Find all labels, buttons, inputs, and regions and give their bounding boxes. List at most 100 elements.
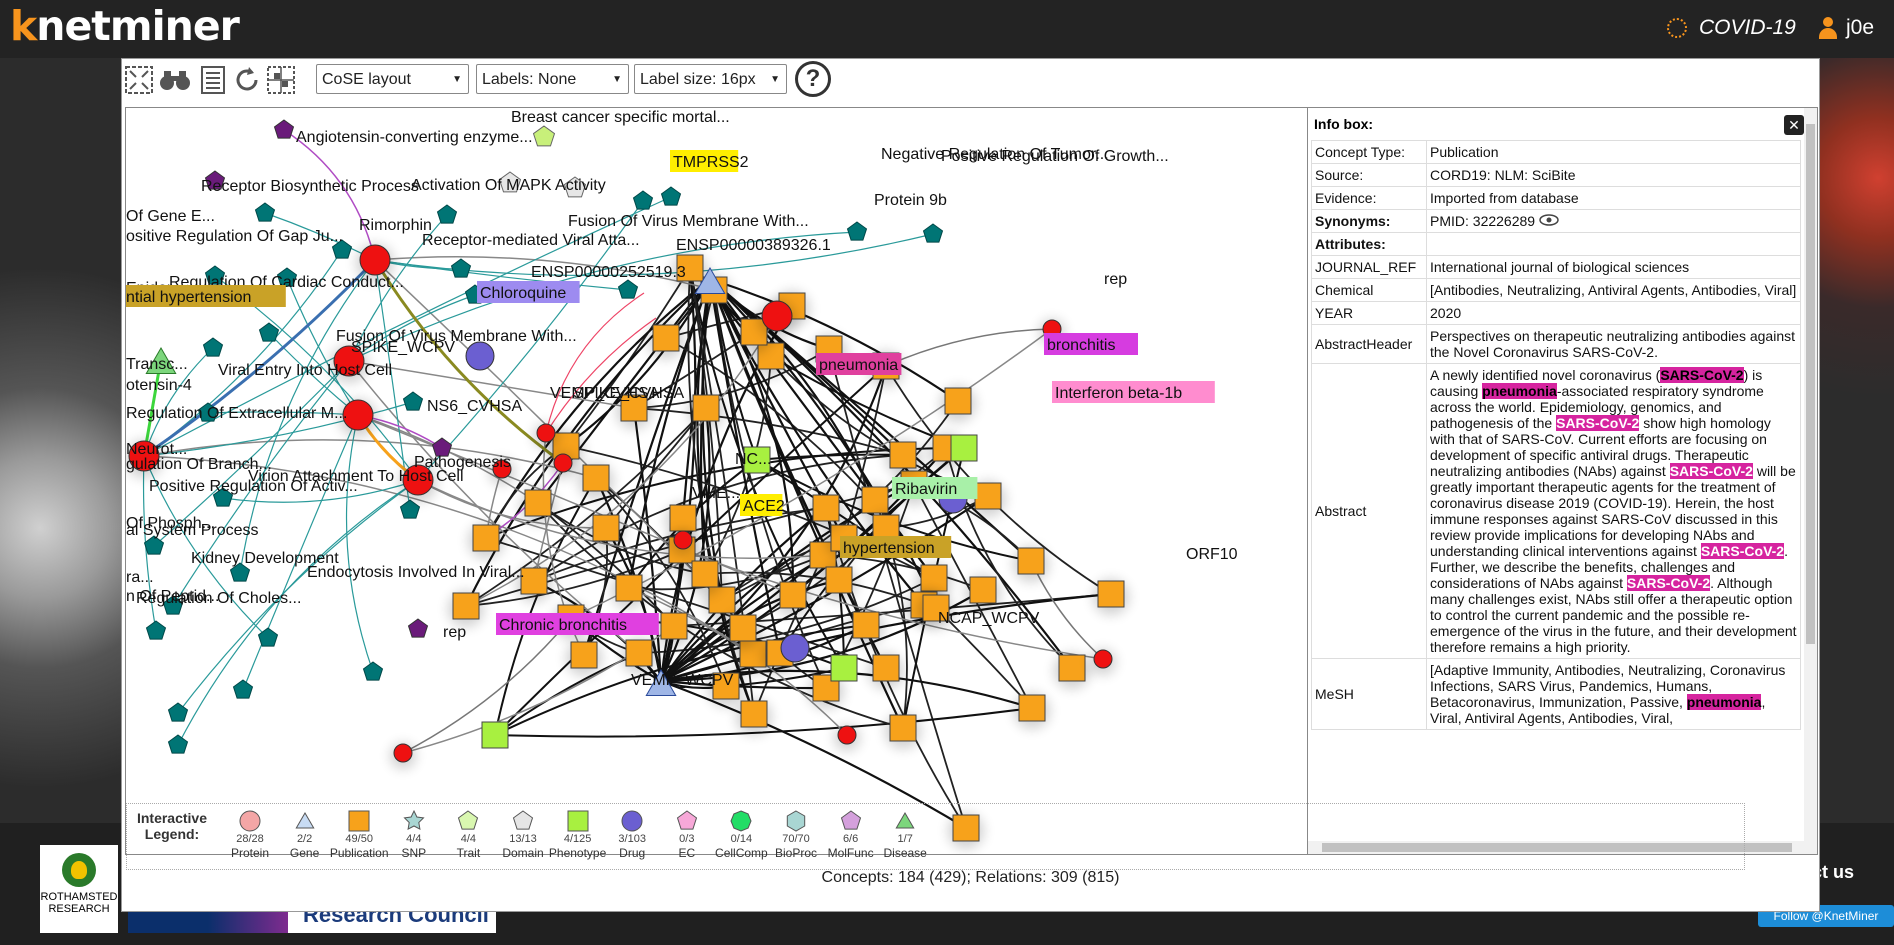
- graph-edge[interactable]: [345, 414, 374, 673]
- publication-node[interactable]: [974, 482, 1002, 510]
- protein-node[interactable]: [342, 399, 374, 431]
- binoculars-icon[interactable]: [158, 63, 192, 97]
- bioproc-node[interactable]: [660, 186, 682, 206]
- publication-node[interactable]: [1018, 694, 1046, 722]
- publication-node[interactable]: [740, 700, 768, 728]
- molfunc-node[interactable]: [273, 119, 295, 139]
- network-graph-canvas[interactable]: Breast cancer specific mortal... Angioten…: [125, 107, 1309, 855]
- layout-grid-icon[interactable]: [264, 63, 298, 97]
- bioproc-node[interactable]: [362, 661, 384, 681]
- drug-node[interactable]: [780, 633, 810, 663]
- publication-node[interactable]: [1017, 547, 1045, 575]
- labels-select[interactable]: Labels: None ▼: [476, 64, 629, 94]
- abstract-part: A newly identified novel coronavirus (: [1430, 367, 1661, 383]
- eye-icon[interactable]: [1539, 214, 1559, 226]
- publication-node[interactable]: [969, 576, 997, 604]
- bioproc-node[interactable]: [632, 190, 654, 210]
- user-menu[interactable]: j0e: [1818, 16, 1874, 40]
- rothamsted-logo[interactable]: ROTHAMSTED RESEARCH: [40, 845, 118, 933]
- publication-node[interactable]: [472, 524, 500, 552]
- trait-node[interactable]: [532, 125, 556, 147]
- publication-node[interactable]: [872, 654, 900, 682]
- covid-link[interactable]: COVID-19: [1667, 16, 1796, 40]
- legend-item-disease[interactable]: 1/7 Disease: [870, 809, 940, 860]
- bioproc-node[interactable]: [617, 279, 639, 299]
- bioproc-node[interactable]: [436, 204, 458, 224]
- bioproc-node[interactable]: [922, 223, 944, 243]
- protein-node[interactable]: [393, 743, 413, 763]
- bioproc-node[interactable]: [402, 391, 424, 411]
- fit-to-screen-icon[interactable]: [122, 63, 156, 97]
- publication-node[interactable]: [920, 564, 948, 592]
- publication-node[interactable]: [691, 560, 719, 588]
- publication-node[interactable]: [1097, 580, 1125, 608]
- info-vertical-scrollbar[interactable]: [1804, 108, 1817, 854]
- protein-node[interactable]: [553, 453, 573, 473]
- publication-node[interactable]: [625, 639, 653, 667]
- bioproc-node[interactable]: [167, 702, 189, 722]
- knetminer-logo[interactable]: knetminer: [10, 2, 240, 50]
- bioproc-node[interactable]: [258, 322, 280, 342]
- info-row-evidence: Evidence: Imported from database: [1311, 186, 1801, 210]
- molfunc-node[interactable]: [407, 618, 429, 638]
- bioproc-node[interactable]: [202, 337, 224, 357]
- publication-node[interactable]: [692, 394, 720, 422]
- publication-node[interactable]: [825, 566, 853, 594]
- node-label: NCAP_WCPV: [938, 610, 1040, 627]
- publication-node[interactable]: [812, 494, 840, 522]
- info-key: Source:: [1311, 163, 1427, 187]
- protein-node[interactable]: [673, 530, 693, 550]
- list-view-icon[interactable]: [196, 63, 230, 97]
- phenotype-node[interactable]: [830, 654, 858, 682]
- publication-node[interactable]: [582, 464, 610, 492]
- covid-label: COVID-19: [1699, 16, 1796, 39]
- bioproc-node[interactable]: [145, 620, 167, 640]
- publication-node[interactable]: [615, 574, 643, 602]
- protein-node[interactable]: [359, 244, 391, 276]
- bioproc-node[interactable]: [232, 679, 254, 699]
- node-label: hypertension: [843, 540, 935, 557]
- publication-node[interactable]: [652, 324, 680, 352]
- protein-node[interactable]: [761, 300, 793, 332]
- background-virus-image-left: [0, 58, 122, 823]
- node-label: SPIKE_WCPV: [351, 339, 455, 356]
- publication-node[interactable]: [861, 486, 889, 514]
- protein-node[interactable]: [1093, 649, 1113, 669]
- bioproc-node[interactable]: [399, 499, 421, 519]
- phenotype-node[interactable]: [481, 721, 509, 749]
- scrollbar-thumb[interactable]: [1806, 124, 1815, 644]
- publication-node[interactable]: [592, 514, 620, 542]
- bioproc-node[interactable]: [846, 221, 868, 241]
- publication-node[interactable]: [660, 612, 688, 640]
- drug-node[interactable]: [465, 341, 495, 371]
- pentagon-icon: [676, 810, 697, 830]
- publication-node[interactable]: [852, 611, 880, 639]
- publication-node[interactable]: [889, 714, 917, 742]
- network-graph[interactable]: Breast cancer specific mortal... Angioten…: [126, 108, 1308, 854]
- node-label: Viral Entry Into Host Cell: [218, 362, 392, 379]
- close-icon[interactable]: ✕: [1784, 115, 1804, 135]
- node-label: Angiotensin-converting enzyme...: [296, 129, 533, 146]
- protein-node[interactable]: [536, 423, 556, 443]
- publication-node[interactable]: [889, 441, 917, 469]
- publication-node[interactable]: [779, 581, 807, 609]
- publication-node[interactable]: [520, 567, 548, 595]
- protein-node[interactable]: [837, 725, 857, 745]
- label-size-select[interactable]: Label size: 16px ▼: [634, 64, 787, 94]
- bioproc-node[interactable]: [167, 734, 189, 754]
- bioproc-node[interactable]: [254, 202, 276, 222]
- bioproc-node[interactable]: [450, 258, 472, 278]
- publication-node[interactable]: [729, 614, 757, 642]
- help-button[interactable]: ?: [795, 61, 831, 97]
- info-row-abstract-header: AbstractHeader Perspectives on therapeuti…: [1311, 324, 1801, 364]
- publication-node[interactable]: [1058, 654, 1086, 682]
- reset-icon[interactable]: [230, 63, 264, 97]
- star-icon: [403, 809, 425, 831]
- publication-node[interactable]: [452, 592, 480, 620]
- publication-node[interactable]: [669, 504, 697, 532]
- layout-select[interactable]: CoSE layout ▼: [316, 64, 469, 94]
- publication-node[interactable]: [524, 489, 552, 517]
- phenotype-node[interactable]: [950, 434, 978, 462]
- publication-node[interactable]: [570, 641, 598, 669]
- publication-node[interactable]: [944, 387, 972, 415]
